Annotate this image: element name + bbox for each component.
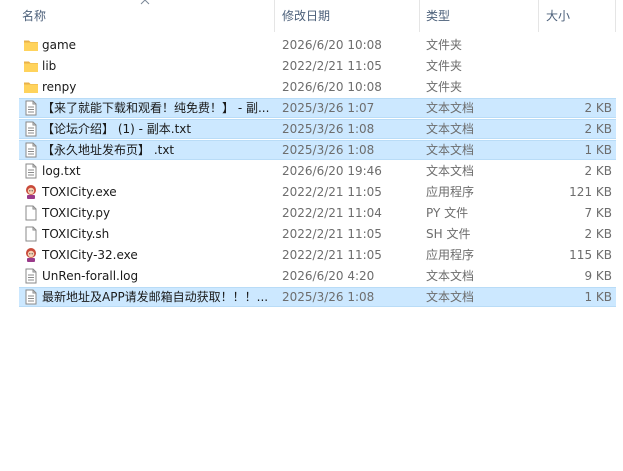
file-type: 应用程序 <box>426 248 475 262</box>
file-date: 2022/2/21 11:05 <box>282 227 382 241</box>
file-date: 2022/2/21 11:05 <box>282 59 382 73</box>
text-file-icon <box>23 121 39 137</box>
file-name: TOXICity.py <box>42 206 111 220</box>
file-row[interactable]: game 2026/6/20 10:08 文件夹 <box>0 35 623 56</box>
column-divider[interactable] <box>538 0 539 32</box>
file-row[interactable]: TOXICity.exe 2022/2/21 11:05 应用程序 121 KB <box>0 182 623 203</box>
file-size <box>540 56 612 77</box>
column-header: 名称 修改日期 类型 大小 <box>0 0 623 32</box>
file-date: 2025/3/26 1:08 <box>282 143 375 157</box>
file-row[interactable]: renpy 2026/6/20 10:08 文件夹 <box>0 77 623 98</box>
file-name: 【论坛介绍】 (1) - 副本.txt <box>42 122 192 136</box>
file-name: 最新地址及APP请发邮箱自动获取！！！... <box>42 290 269 304</box>
file-type: PY 文件 <box>426 206 469 220</box>
file-row[interactable]: 【来了就能下载和观看！纯免费！】 - 副... 2025/3/26 1:07 文本文… <box>0 98 623 119</box>
file-row[interactable]: 【论坛介绍】 (1) - 副本.txt 2025/3/26 1:08 文本文档 2 K… <box>0 119 623 140</box>
file-name: 【永久地址发布页】 .txt <box>42 143 175 157</box>
file-name: log.txt <box>42 164 81 178</box>
file-date: 2026/6/20 19:46 <box>282 164 382 178</box>
file-name: renpy <box>42 80 77 94</box>
file-name: TOXICity-32.exe <box>42 248 138 262</box>
file-size <box>540 35 612 56</box>
text-file-icon <box>23 163 39 179</box>
file-name: TOXICity.sh <box>42 227 110 241</box>
file-name: lib <box>42 59 57 73</box>
file-name: UnRen-forall.log <box>42 269 139 283</box>
file-row[interactable]: TOXICity.py 2022/2/21 11:04 PY 文件 7 KB <box>0 203 623 224</box>
column-divider[interactable] <box>419 0 420 32</box>
file-size: 9 KB <box>584 269 612 283</box>
file-size: 7 KB <box>584 206 612 220</box>
file-date: 2026/6/20 10:08 <box>282 38 382 52</box>
file-date: 2025/3/26 1:08 <box>282 290 375 304</box>
file-type: 文件夹 <box>426 38 463 52</box>
file-type: 文本文档 <box>426 143 475 157</box>
file-row[interactable]: TOXICity.sh 2022/2/21 11:05 SH 文件 2 KB <box>0 224 623 245</box>
file-type: 文本文档 <box>426 101 475 115</box>
file-row[interactable]: log.txt 2026/6/20 19:46 文本文档 2 KB <box>0 161 623 182</box>
file-size: 121 KB <box>569 185 612 199</box>
file-size: 2 KB <box>584 227 612 241</box>
file-row[interactable]: 最新地址及APP请发邮箱自动获取！！！... 2025/3/26 1:08 文本文档… <box>0 287 623 308</box>
file-date: 2025/3/26 1:08 <box>282 122 375 136</box>
column-name-header[interactable]: 名称 <box>22 0 272 32</box>
file-row[interactable]: 【永久地址发布页】 .txt 2025/3/26 1:08 文本文档 1 KB <box>0 140 623 161</box>
file-date: 2022/2/21 11:04 <box>282 206 382 220</box>
file-type: SH 文件 <box>426 227 471 241</box>
folder-icon <box>23 58 39 74</box>
folder-icon <box>23 79 39 95</box>
file-type: 文本文档 <box>426 269 475 283</box>
folder-icon <box>23 37 39 53</box>
file-type: 文本文档 <box>426 290 475 304</box>
file-date: 2022/2/21 11:05 <box>282 185 382 199</box>
file-size <box>540 77 612 98</box>
renpy-app-icon <box>23 184 39 200</box>
text-file-icon <box>23 100 39 116</box>
renpy-app-icon <box>23 247 39 263</box>
file-size: 115 KB <box>569 248 612 262</box>
column-divider[interactable] <box>615 0 616 32</box>
file-size: 2 KB <box>584 164 612 178</box>
column-date-header[interactable]: 修改日期 <box>282 0 417 32</box>
file-type: 文本文档 <box>426 122 475 136</box>
file-row[interactable]: lib 2022/2/21 11:05 文件夹 <box>0 56 623 77</box>
text-file-icon <box>23 268 39 284</box>
file-row[interactable]: UnRen-forall.log 2026/6/20 4:20 文本文档 9 KB <box>0 266 623 287</box>
file-date: 2025/3/26 1:07 <box>282 101 375 115</box>
column-size-header[interactable]: 大小 <box>546 0 616 32</box>
file-icon <box>23 205 39 221</box>
text-file-icon <box>23 289 39 305</box>
file-date: 2026/6/20 10:08 <box>282 80 382 94</box>
column-type-header[interactable]: 类型 <box>426 0 536 32</box>
file-date: 2022/2/21 11:05 <box>282 248 382 262</box>
file-name: 【来了就能下载和观看！纯免费！】 - 副... <box>42 101 270 115</box>
file-name: game <box>42 38 77 52</box>
file-date: 2026/6/20 4:20 <box>282 269 375 283</box>
file-row[interactable]: TOXICity-32.exe 2022/2/21 11:05 应用程序 115 KB <box>0 245 623 266</box>
file-type: 文本文档 <box>426 164 475 178</box>
file-size: 1 KB <box>584 143 612 157</box>
file-size: 2 KB <box>584 101 612 115</box>
column-divider[interactable] <box>274 0 275 32</box>
file-name: TOXICity.exe <box>42 185 117 199</box>
file-size: 1 KB <box>584 290 612 304</box>
file-icon <box>23 226 39 242</box>
file-type: 应用程序 <box>426 185 475 199</box>
file-size: 2 KB <box>584 122 612 136</box>
text-file-icon <box>23 142 39 158</box>
file-type: 文件夹 <box>426 59 463 73</box>
file-type: 文件夹 <box>426 80 463 94</box>
